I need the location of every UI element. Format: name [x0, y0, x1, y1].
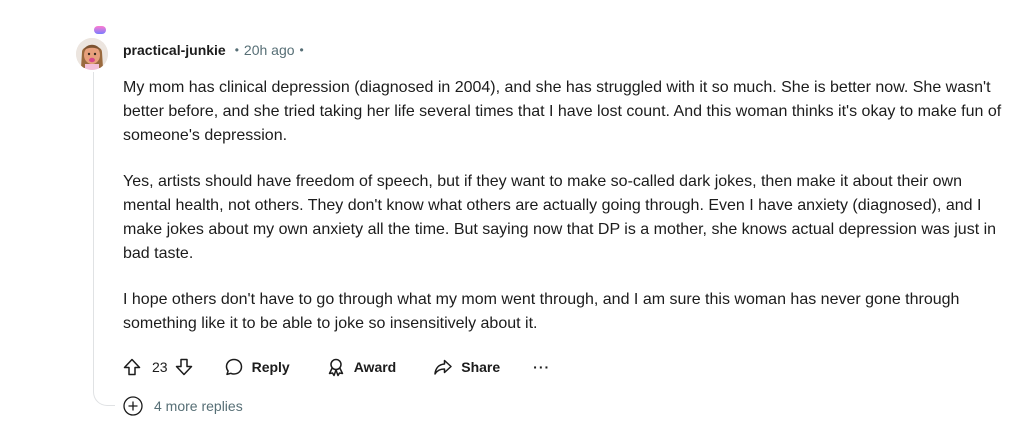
comment-paragraph: My mom has clinical depression (diagnose…: [123, 79, 1002, 144]
speech-bubble-icon: [225, 358, 242, 376]
ellipsis-icon: ···: [533, 359, 551, 375]
award-label: Award: [353, 359, 397, 375]
meta-trailing-dot: •: [299, 43, 304, 57]
more-replies-label: 4 more replies: [154, 398, 243, 414]
reply-label: Reply: [251, 359, 290, 375]
comment-paragraph: I hope others don't have to go through w…: [123, 291, 960, 332]
reply-button[interactable]: Reply: [224, 353, 290, 381]
avatar-icon: [76, 38, 108, 70]
share-icon: [434, 359, 452, 375]
vote-count: 23: [152, 359, 168, 375]
arrow-down-icon: [175, 358, 192, 376]
avatar-badge-icon: [94, 26, 106, 34]
avatar-container[interactable]: [76, 26, 112, 70]
share-button[interactable]: Share: [433, 353, 500, 381]
username-link[interactable]: practical-junkie: [123, 42, 226, 58]
plus-circle-icon: [123, 396, 143, 416]
comment: practical-junkie • 20h ago • My mom has …: [0, 0, 1036, 446]
more-options-button[interactable]: ···: [533, 353, 550, 381]
timestamp[interactable]: 20h ago: [244, 42, 295, 58]
thread-line-curve: [93, 380, 115, 406]
downvote-button[interactable]: [170, 353, 198, 381]
thread-line[interactable]: [93, 72, 94, 384]
avatar[interactable]: [76, 38, 108, 70]
upvote-button[interactable]: [118, 353, 146, 381]
comment-body: My mom has clinical depression (diagnose…: [123, 76, 1013, 358]
arrow-up-icon: [123, 358, 141, 376]
meta-separator: •: [234, 43, 239, 57]
comment-actions: 23 Reply Award Share ···: [118, 353, 550, 381]
award-icon: [328, 358, 343, 377]
share-label: Share: [461, 359, 501, 375]
award-button[interactable]: Award: [326, 353, 397, 381]
more-replies-button[interactable]: 4 more replies: [122, 395, 243, 417]
comment-meta: practical-junkie • 20h ago •: [123, 40, 304, 60]
comment-paragraph: Yes, artists should have freedom of spee…: [123, 173, 997, 262]
